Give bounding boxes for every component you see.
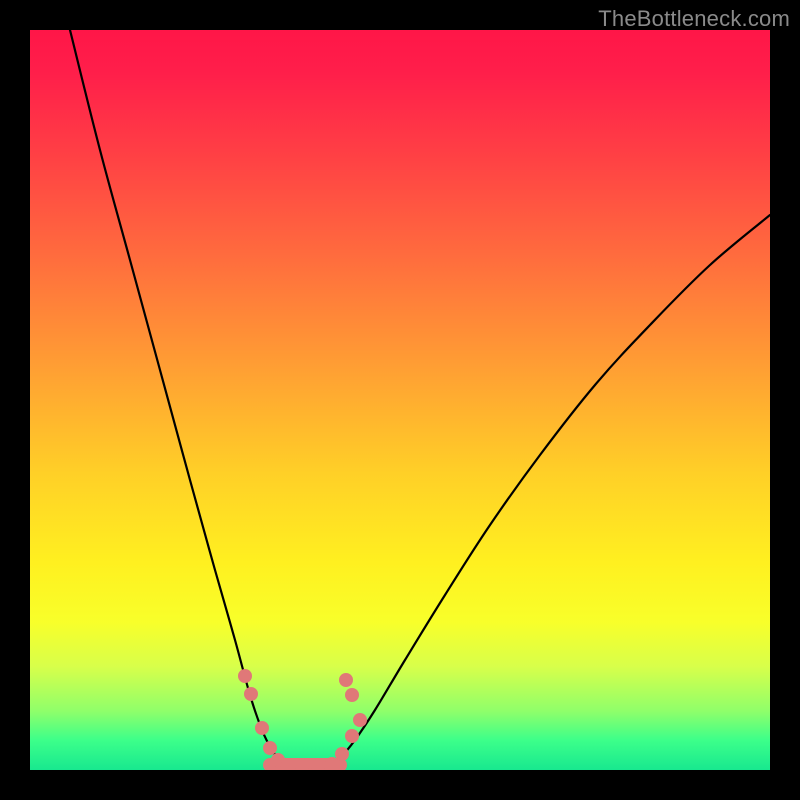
marker-point	[244, 687, 258, 701]
plot-area	[30, 30, 770, 770]
watermark-text: TheBottleneck.com	[598, 6, 790, 32]
marker-point	[295, 759, 309, 770]
marker-point	[345, 729, 359, 743]
marker-point	[335, 747, 349, 761]
marker-point	[271, 753, 285, 767]
series-left-curve	[70, 30, 288, 765]
series-right-curve	[330, 215, 770, 765]
marker-point	[345, 688, 359, 702]
marker-point	[353, 713, 367, 727]
curve-layer	[70, 30, 770, 765]
marker-layer	[238, 669, 367, 770]
marker-point	[263, 741, 277, 755]
marker-point	[281, 758, 295, 770]
marker-point	[339, 673, 353, 687]
marker-point	[255, 721, 269, 735]
curve-svg	[30, 30, 770, 770]
marker-point	[238, 669, 252, 683]
marker-point	[325, 757, 339, 770]
marker-point	[311, 759, 325, 770]
chart-frame: TheBottleneck.com	[0, 0, 800, 800]
